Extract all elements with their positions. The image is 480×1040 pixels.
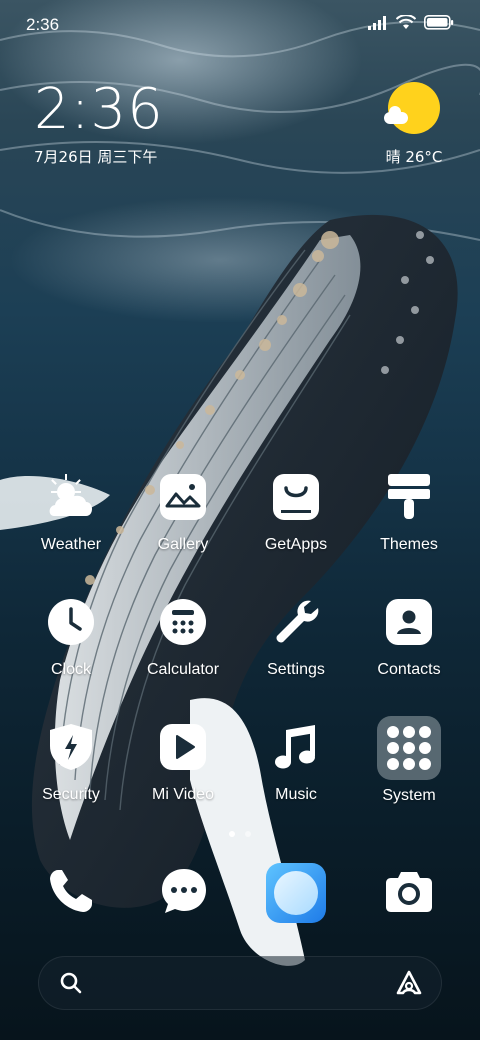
browser-icon [266,863,326,923]
clock-time: 2:36 [34,77,164,142]
phone-icon [46,866,96,920]
clock-icon [46,597,96,647]
dock-messages[interactable] [149,858,219,928]
page-indicator [0,831,480,837]
status-icons [368,14,454,34]
dock-browser[interactable] [261,858,331,928]
getapps-icon [271,472,321,522]
app-music[interactable]: Music [241,722,351,804]
settings-icon [271,597,321,647]
app-label: Music [275,786,317,803]
app-themes[interactable]: Themes [354,472,464,554]
video-icon [158,722,208,772]
app-system-folder[interactable]: System [354,716,464,805]
app-gallery[interactable]: Gallery [128,472,238,554]
app-clock[interactable]: Clock [16,597,126,679]
app-label: Themes [380,536,438,553]
sunny-cloud-icon [384,82,440,134]
page-dot-active [229,831,235,837]
app-security[interactable]: Security [16,722,126,804]
search-icon[interactable] [59,971,83,999]
calculator-icon [158,597,208,647]
wifi-icon [395,14,417,34]
app-weather[interactable]: Weather [16,472,126,554]
dock-phone[interactable] [36,858,106,928]
dock-camera[interactable] [374,858,444,928]
app-label: Calculator [146,661,220,678]
weather-text: 晴 26°C [385,148,443,166]
app-label: Clock [50,661,91,678]
contacts-icon [384,597,434,647]
weather-icon [46,472,96,522]
weather-widget[interactable]: 晴 26°C [384,82,444,167]
status-bar: 2:36 [0,0,480,50]
app-label: Weather [40,536,102,553]
app-label: Security [42,786,100,803]
app-settings[interactable]: Settings [241,597,351,679]
app-getapps[interactable]: GetApps [241,472,351,554]
folder-icon [377,716,441,780]
status-time: 2:36 [26,15,60,34]
clock-widget[interactable]: 2:36 7月26日 周三下午 [34,80,164,167]
app-label: GetApps [264,536,328,553]
app-label: Gallery [157,536,209,553]
clock-date: 7月26日 周三下午 [34,148,158,166]
app-label: Mi Video [152,786,214,803]
themes-icon [384,472,434,522]
page-dot [245,831,251,837]
battery-icon [424,15,454,34]
security-icon [46,722,96,772]
messages-icon [159,866,209,920]
search-bar[interactable] [38,956,442,1010]
app-label: System [382,787,436,804]
app-contacts[interactable]: Contacts [354,597,464,679]
app-label: Contacts [377,661,441,678]
gallery-icon [158,472,208,522]
camera-icon [384,866,434,920]
app-calculator[interactable]: Calculator [128,597,238,679]
app-label: Settings [267,661,325,678]
music-icon [271,722,321,772]
signal-icon [368,15,388,34]
assistant-icon[interactable] [395,969,423,1001]
app-mivideo[interactable]: Mi Video [128,722,238,804]
